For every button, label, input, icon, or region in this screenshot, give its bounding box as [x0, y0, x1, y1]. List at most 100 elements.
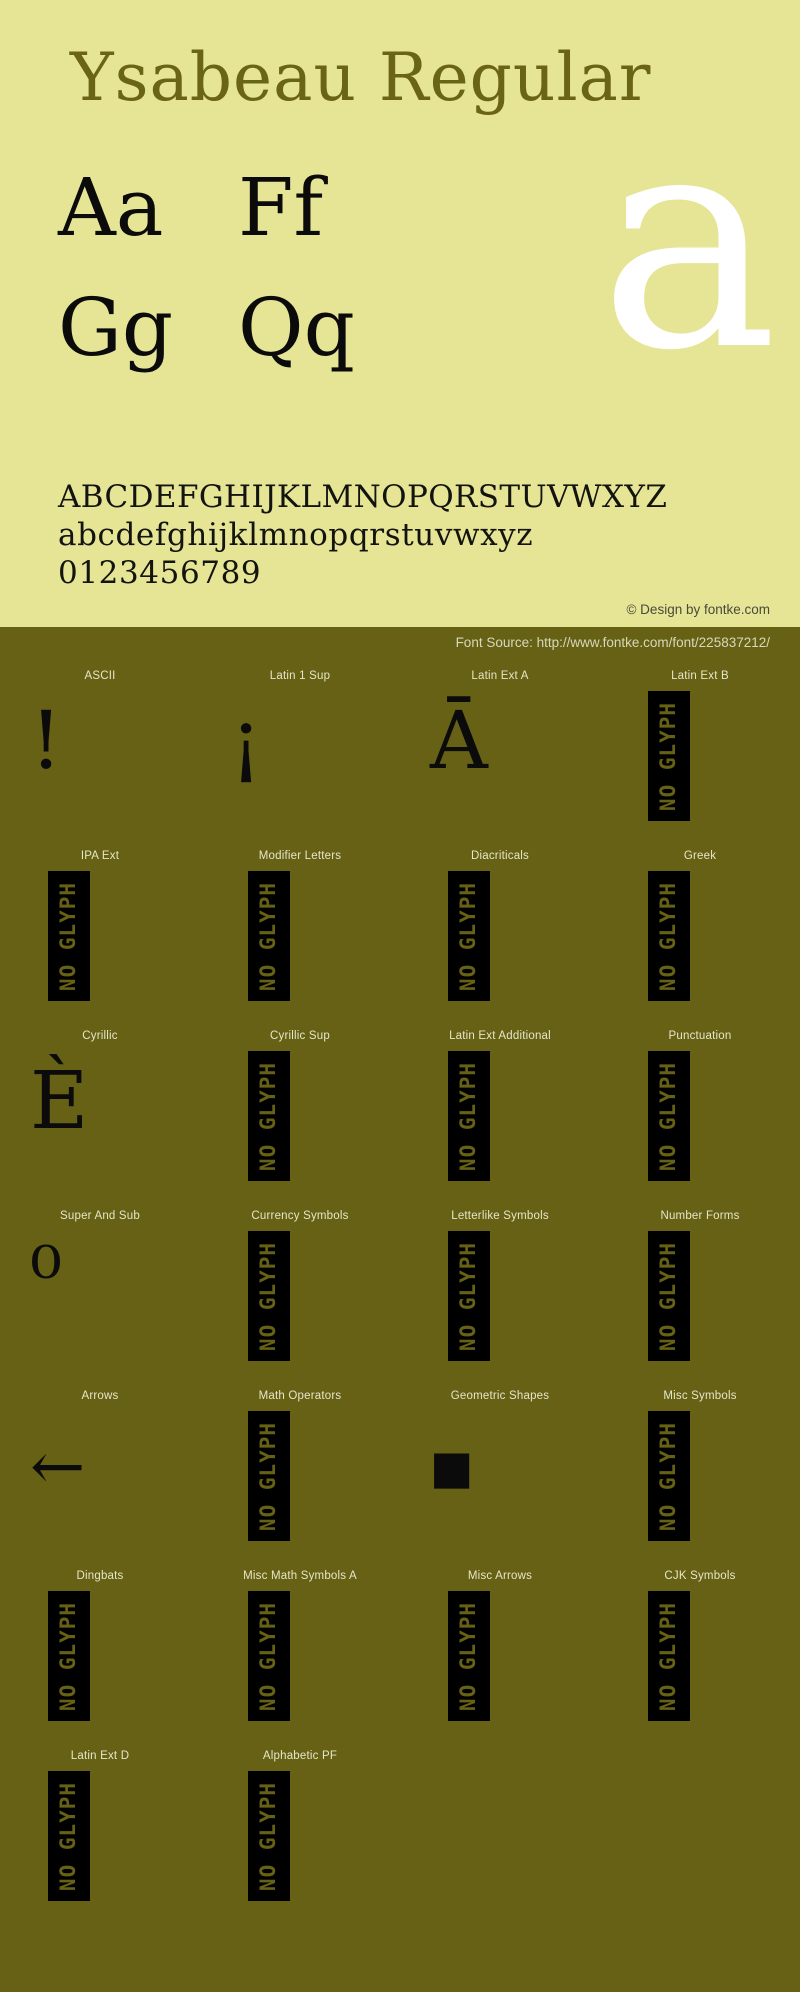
coverage-cell[interactable]: IPA Ext NO GLYPH: [0, 847, 200, 1027]
coverage-cell[interactable]: Cyrillic Sup NO GLYPH: [200, 1027, 400, 1207]
coverage-cell-empty: [400, 1747, 600, 1927]
sample-pair-cell: Aa: [58, 161, 164, 254]
coverage-cell[interactable]: Misc Symbols NO GLYPH: [600, 1387, 800, 1567]
no-glyph-box: NO GLYPH: [648, 871, 690, 1001]
sample-pair-row: Gg Qq: [58, 280, 418, 400]
coverage-cell[interactable]: Super And Sub ⁰: [0, 1207, 200, 1387]
sample-letter-pairs: Aa Ff Gg Qq: [58, 160, 418, 400]
no-glyph-box: NO GLYPH: [448, 871, 490, 1001]
coverage-cell[interactable]: Currency Symbols NO GLYPH: [200, 1207, 400, 1387]
no-glyph-label: NO GLYPH: [656, 1421, 681, 1531]
coverage-sample-glyph: È: [30, 1054, 89, 1147]
coverage-glyph-area: NO GLYPH: [200, 1405, 400, 1555]
coverage-cell[interactable]: Number Forms NO GLYPH: [600, 1207, 800, 1387]
no-glyph-label: NO GLYPH: [256, 1061, 281, 1171]
coverage-glyph-area: NO GLYPH: [0, 1765, 200, 1915]
no-glyph-label: NO GLYPH: [56, 881, 81, 991]
coverage-cell[interactable]: Punctuation NO GLYPH: [600, 1027, 800, 1207]
no-glyph-label: NO GLYPH: [56, 1781, 81, 1891]
coverage-glyph-area: ¡: [200, 685, 400, 835]
coverage-block-label: Cyrillic: [82, 1030, 118, 1042]
coverage-block-label: Misc Math Symbols A: [243, 1570, 357, 1582]
coverage-glyph-area: NO GLYPH: [0, 1585, 200, 1735]
coverage-glyph-area: ■: [400, 1405, 600, 1555]
coverage-sample-glyph: !: [30, 694, 63, 787]
no-glyph-label: NO GLYPH: [656, 881, 681, 991]
coverage-glyph-area: NO GLYPH: [400, 1225, 600, 1375]
coverage-block-label: Latin Ext A: [471, 670, 529, 682]
coverage-cell[interactable]: ASCII!: [0, 667, 200, 847]
coverage-row: Cyrillic È Cyrillic Sup NO GLYPH Latin Ext A…: [0, 1027, 800, 1207]
alphabet-lowercase: abcdefghijklmnopqrstuvwxyz: [58, 517, 534, 553]
no-glyph-label: NO GLYPH: [656, 1061, 681, 1171]
coverage-cell[interactable]: Misc Math Symbols A NO GLYPH: [200, 1567, 400, 1747]
coverage-sample-glyph: ←: [30, 1428, 86, 1505]
coverage-row: ASCII! Latin 1 Sup ¡ Latin Ext A Ā Latin Ext …: [0, 667, 800, 847]
coverage-sample-glyph: ■: [430, 1440, 474, 1494]
coverage-glyph-area: NO GLYPH: [200, 1585, 400, 1735]
coverage-glyph-area: NO GLYPH: [600, 1405, 800, 1555]
coverage-cell[interactable]: Latin Ext Additional NO GLYPH: [400, 1027, 600, 1207]
coverage-cell[interactable]: Diacriticals NO GLYPH: [400, 847, 600, 1027]
no-glyph-label: NO GLYPH: [256, 881, 281, 991]
coverage-block-label: Latin Ext D: [70, 1750, 130, 1762]
coverage-cell[interactable]: Latin Ext A Ā: [400, 667, 600, 847]
sample-pair-cell: Qq: [238, 281, 355, 374]
coverage-block-label: Arrows: [81, 1390, 119, 1402]
coverage-block-label: Math Operators: [258, 1390, 342, 1402]
coverage-glyph-area: ⁰: [0, 1225, 200, 1375]
no-glyph-box: NO GLYPH: [248, 1411, 290, 1541]
alphabet-digits: 0123456789: [58, 555, 262, 591]
no-glyph-box: NO GLYPH: [648, 1051, 690, 1181]
coverage-cell[interactable]: Modifier Letters NO GLYPH: [200, 847, 400, 1027]
no-glyph-label: NO GLYPH: [456, 1601, 481, 1711]
no-glyph-label: NO GLYPH: [656, 1241, 681, 1351]
coverage-block-label: IPA Ext: [80, 850, 120, 862]
coverage-block-label: ASCII: [84, 670, 116, 682]
no-glyph-label: NO GLYPH: [256, 1241, 281, 1351]
coverage-glyph-area: NO GLYPH: [400, 1045, 600, 1195]
coverage-cell[interactable]: Latin Ext D NO GLYPH: [0, 1747, 200, 1927]
coverage-glyph-area: [400, 1765, 600, 1915]
coverage-block-label: Modifier Letters: [258, 850, 342, 862]
coverage-cell[interactable]: Letterlike Symbols NO GLYPH: [400, 1207, 600, 1387]
no-glyph-box: NO GLYPH: [248, 1051, 290, 1181]
no-glyph-label: NO GLYPH: [456, 881, 481, 991]
coverage-cell[interactable]: CJK Symbols NO GLYPH: [600, 1567, 800, 1747]
no-glyph-box: NO GLYPH: [648, 1231, 690, 1361]
coverage-cell[interactable]: Greek NO GLYPH: [600, 847, 800, 1027]
coverage-cell[interactable]: Alphabetic PF NO GLYPH: [200, 1747, 400, 1927]
coverage-row: Dingbats NO GLYPH Misc Math Symbols A NO GL…: [0, 1567, 800, 1747]
coverage-sample-glyph: ⁰: [30, 1230, 63, 1323]
coverage-block-label: Diacriticals: [471, 850, 529, 862]
coverage-block-label: Latin Ext Additional: [449, 1030, 551, 1042]
coverage-cell[interactable]: Misc Arrows NO GLYPH: [400, 1567, 600, 1747]
coverage-glyph-area: [600, 1765, 800, 1915]
no-glyph-label: NO GLYPH: [256, 1781, 281, 1891]
sample-pair-cell: Gg: [58, 281, 174, 374]
coverage-row: Arrows ← Math Operators NO GLYPH Geometric S…: [0, 1387, 800, 1567]
coverage-glyph-area: NO GLYPH: [0, 865, 200, 1015]
coverage-cell[interactable]: Dingbats NO GLYPH: [0, 1567, 200, 1747]
font-source-link[interactable]: Font Source: http://www.fontke.com/font/…: [456, 635, 770, 650]
coverage-glyph-area: ←: [0, 1405, 200, 1555]
coverage-grid: ASCII! Latin 1 Sup ¡ Latin Ext A Ā Latin Ext …: [0, 667, 800, 1927]
coverage-block-label: Number Forms: [660, 1210, 740, 1222]
no-glyph-box: NO GLYPH: [48, 1771, 90, 1901]
coverage-cell[interactable]: Geometric Shapes ■: [400, 1387, 600, 1567]
coverage-cell[interactable]: Arrows ←: [0, 1387, 200, 1567]
no-glyph-box: NO GLYPH: [248, 871, 290, 1001]
coverage-glyph-area: NO GLYPH: [600, 1585, 800, 1735]
no-glyph-box: NO GLYPH: [248, 1591, 290, 1721]
coverage-cell[interactable]: Latin 1 Sup ¡: [200, 667, 400, 847]
no-glyph-box: NO GLYPH: [448, 1051, 490, 1181]
no-glyph-box: NO GLYPH: [448, 1231, 490, 1361]
coverage-glyph-area: NO GLYPH: [600, 1045, 800, 1195]
alphabet-block: ABCDEFGHIJKLMNOPQRSTUVWXYZ abcdefghijklm…: [58, 478, 667, 592]
coverage-cell[interactable]: Math Operators NO GLYPH: [200, 1387, 400, 1567]
coverage-row: IPA Ext NO GLYPH Modifier Letters NO GLYPH D…: [0, 847, 800, 1027]
coverage-glyph-area: Ā: [400, 685, 600, 835]
coverage-block-label: Latin 1 Sup: [269, 670, 331, 682]
coverage-cell[interactable]: Cyrillic È: [0, 1027, 200, 1207]
coverage-cell[interactable]: Latin Ext B NO GLYPH: [600, 667, 800, 847]
